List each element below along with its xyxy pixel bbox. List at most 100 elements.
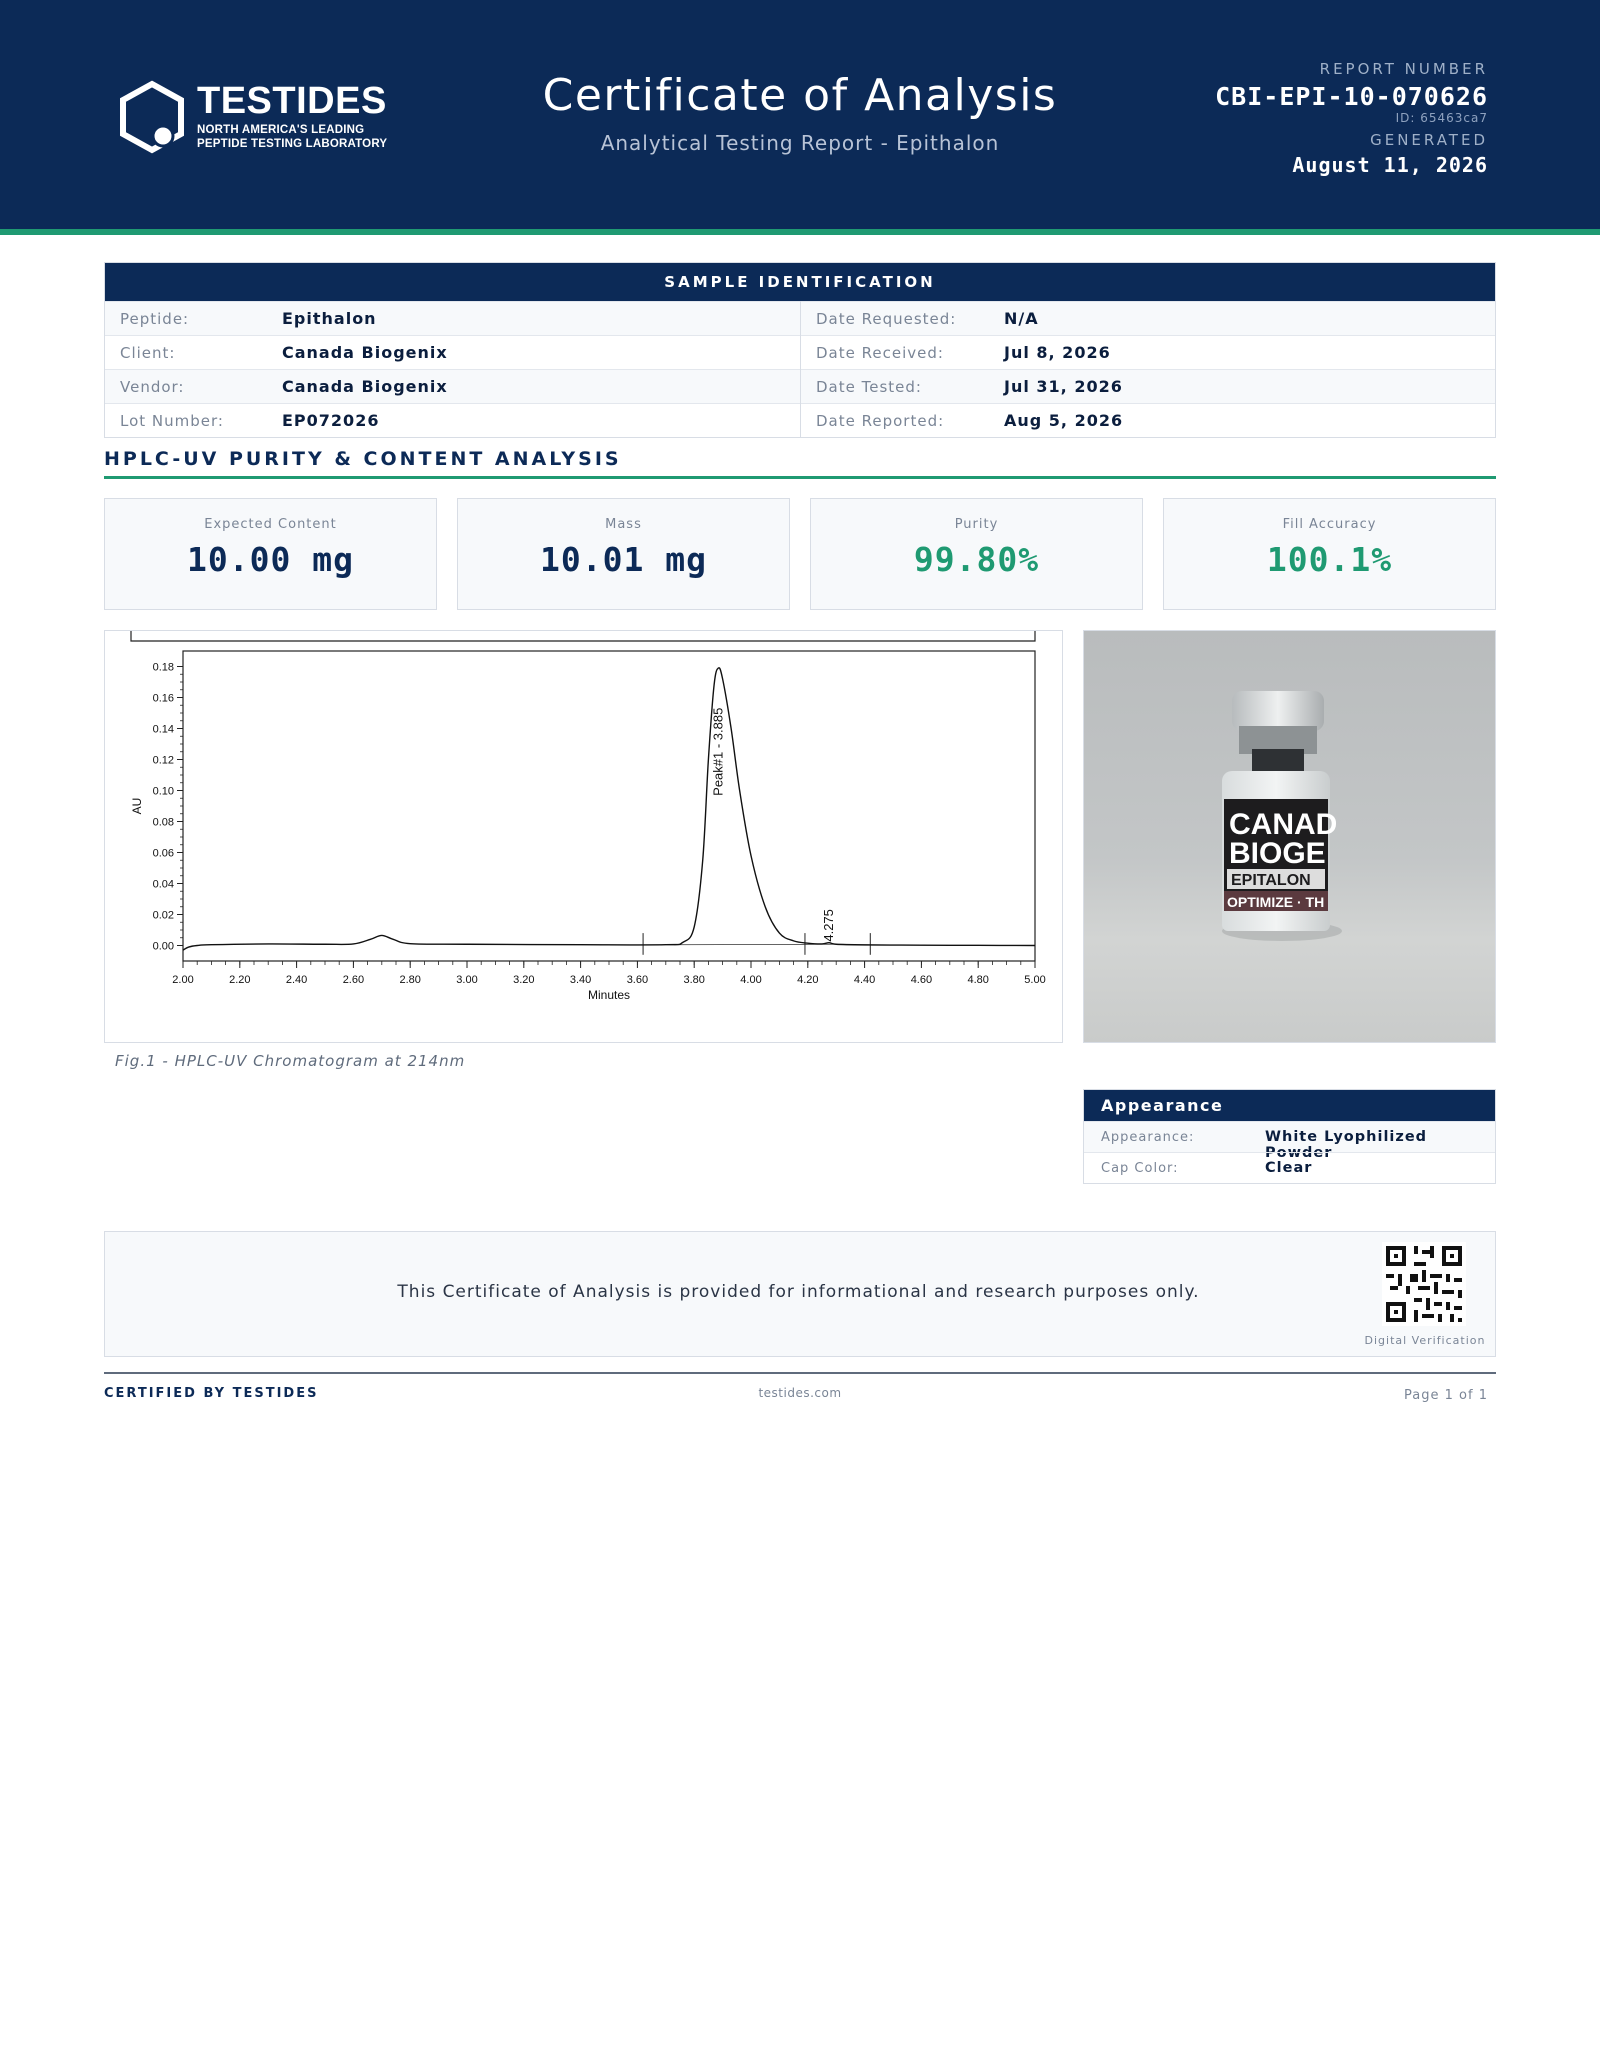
field-value: EP072026 [282,411,380,430]
y-tick-label: 0.00 [153,941,174,953]
chart-top-bracket [130,631,1036,642]
x-tick-label: 2.60 [343,974,364,986]
y-tick-label: 0.02 [153,910,174,922]
disclaimer-box: This Certificate of Analysis is provided… [104,1231,1496,1357]
x-tick-label: 5.00 [1024,974,1045,986]
table-row: Date Tested: Jul 31, 2026 [801,369,1495,403]
x-tick-label: 3.40 [570,974,591,986]
product-vial-photo: CANAD BIOGE EPITALON OPTIMIZE · TH [1083,630,1496,1043]
x-tick-label: 3.80 [683,974,704,986]
y-tick-label: 0.12 [153,755,174,767]
field-value: Jul 8, 2026 [1004,343,1111,362]
chromatogram-chart: 0.00 0.02 0.04 0.06 0.08 0.10 0.12 0.14 0.16 0.18… [130,631,1046,1002]
document-title: Certificate of Analysis [542,70,1058,121]
metric-value: 10.01 mg [540,540,707,579]
y-tick-label: 0.08 [153,817,174,829]
logo-tagline-1: NORTH AMERICA'S LEADING [197,124,365,136]
sample-identification-title: SAMPLE IDENTIFICATION [105,263,1495,301]
field-label: Lot Number: [120,411,224,430]
footer-website-link[interactable]: testides.com [700,1386,900,1400]
footer-divider [104,1372,1496,1374]
field-label: Cap Color: [1101,1161,1179,1176]
vial-label-line-2: BIOGE [1229,837,1326,870]
report-header: TESTIDES NORTH AMERICA'S LEADING PEPTIDE… [0,0,1600,229]
metric-cards: Expected Content 10.00 mg Mass 10.01 mg … [104,498,1496,610]
x-tick-label: 2.20 [229,974,250,986]
footer-page-number: Page 1 of 1 [1404,1388,1488,1403]
analysis-section-title: HPLC-UV PURITY & CONTENT ANALYSIS [104,448,622,470]
sample-identification-table: SAMPLE IDENTIFICATION Peptide: Epithalon … [104,262,1496,438]
chromatogram-panel: 0.00 0.02 0.04 0.06 0.08 0.10 0.12 0.14 0.16 0.18… [104,630,1063,1043]
y-tick-label: 0.04 [153,879,174,891]
x-tick-label: 2.40 [286,974,307,986]
metric-card-expected-content: Expected Content 10.00 mg [104,498,437,610]
x-tick-label: 4.40 [854,974,875,986]
qr-code-icon[interactable] [1382,1242,1466,1326]
table-row: Date Reported: Aug 5, 2026 [801,403,1495,437]
field-value: Jul 31, 2026 [1004,377,1123,396]
field-label: Client: [120,343,176,362]
vial-image: CANAD BIOGE EPITALON OPTIMIZE · TH [1222,691,1342,941]
qr-label: Digital Verification [1364,1334,1486,1347]
table-row: Cap Color: Clear [1084,1152,1495,1183]
report-id: ID: 65463ca7 [1395,111,1488,125]
field-value: Canada Biogenix [282,343,448,362]
table-row: Lot Number: EP072026 [105,403,800,437]
x-tick-label: 3.00 [456,974,477,986]
field-label: Date Requested: [816,309,957,328]
y-tick-label: 0.06 [153,848,174,860]
x-tick-label: 4.20 [797,974,818,986]
y-tick-label: 0.14 [153,724,174,736]
report-number: CBI-EPI-10-070626 [1215,82,1488,111]
metric-value: 10.00 mg [187,540,354,579]
chart-plot-frame [182,650,1036,962]
field-label: Vendor: [120,377,185,396]
field-label: Appearance: [1101,1130,1195,1145]
table-row: Date Requested: N/A [801,301,1495,335]
x-tick-label: 2.00 [172,974,193,986]
hexagon-logo-icon [120,80,184,154]
x-tick-label: 2.80 [399,974,420,986]
logo-tagline-2: PEPTIDE TESTING LABORATORY [197,138,388,150]
table-row: Client: Canada Biogenix [105,335,800,369]
document-subtitle: Analytical Testing Report - Epithalon [600,131,1000,155]
chromatogram-trace [182,667,1036,951]
metric-value: 99.80% [913,540,1040,579]
x-tick-label: 3.60 [627,974,648,986]
report-info: REPORT NUMBER CBI-EPI-10-070626 ID: 6546… [1088,60,1488,177]
appearance-title: Appearance [1084,1090,1495,1121]
field-value: Epithalon [282,309,377,328]
sample-identification-right-column: Date Requested: N/A Date Received: Jul 8, … [800,301,1495,437]
table-row: Vendor: Canada Biogenix [105,369,800,403]
table-row: Date Received: Jul 8, 2026 [801,335,1495,369]
field-value: Aug 5, 2026 [1004,411,1124,430]
figure-caption: Fig.1 - HPLC-UV Chromatogram at 214nm [115,1052,466,1070]
y-axis-label: AU [130,798,144,815]
y-tick-label: 0.16 [153,693,174,705]
field-label: Date Tested: [816,377,922,396]
metric-card-fill-accuracy: Fill Accuracy 100.1% [1163,498,1496,610]
x-tick-label: 4.80 [967,974,988,986]
generated-date: August 11, 2026 [1292,153,1488,177]
field-label: Peptide: [120,309,190,328]
logo-name: TESTIDES [197,80,387,122]
testides-logo: TESTIDES NORTH AMERICA'S LEADING PEPTIDE… [115,80,415,155]
y-tick-label: 0.18 [153,662,174,674]
footer-certified-by: CERTIFIED BY TESTIDES [104,1386,319,1401]
sample-identification-left-column: Peptide: Epithalon Client: Canada Biogenix… [105,301,800,437]
field-value: Clear [1265,1160,1313,1176]
peak-2-label: 4.275 [821,909,836,942]
metric-card-mass: Mass 10.01 mg [457,498,790,610]
x-axis-label: Minutes [588,988,630,1002]
metric-value: 100.1% [1266,540,1393,579]
report-number-label: REPORT NUMBER [1319,60,1488,78]
metric-label: Mass [605,517,642,532]
table-row: Appearance: White Lyophilized Powder [1084,1121,1495,1161]
x-tick-label: 4.60 [911,974,932,986]
table-row: Peptide: Epithalon [105,301,800,335]
appearance-table: Appearance Appearance: White Lyophilized… [1083,1089,1496,1184]
vial-label-bottom: OPTIMIZE · TH [1227,894,1324,910]
section-divider [104,476,1496,479]
field-label: Date Reported: [816,411,945,430]
field-label: Date Received: [816,343,944,362]
